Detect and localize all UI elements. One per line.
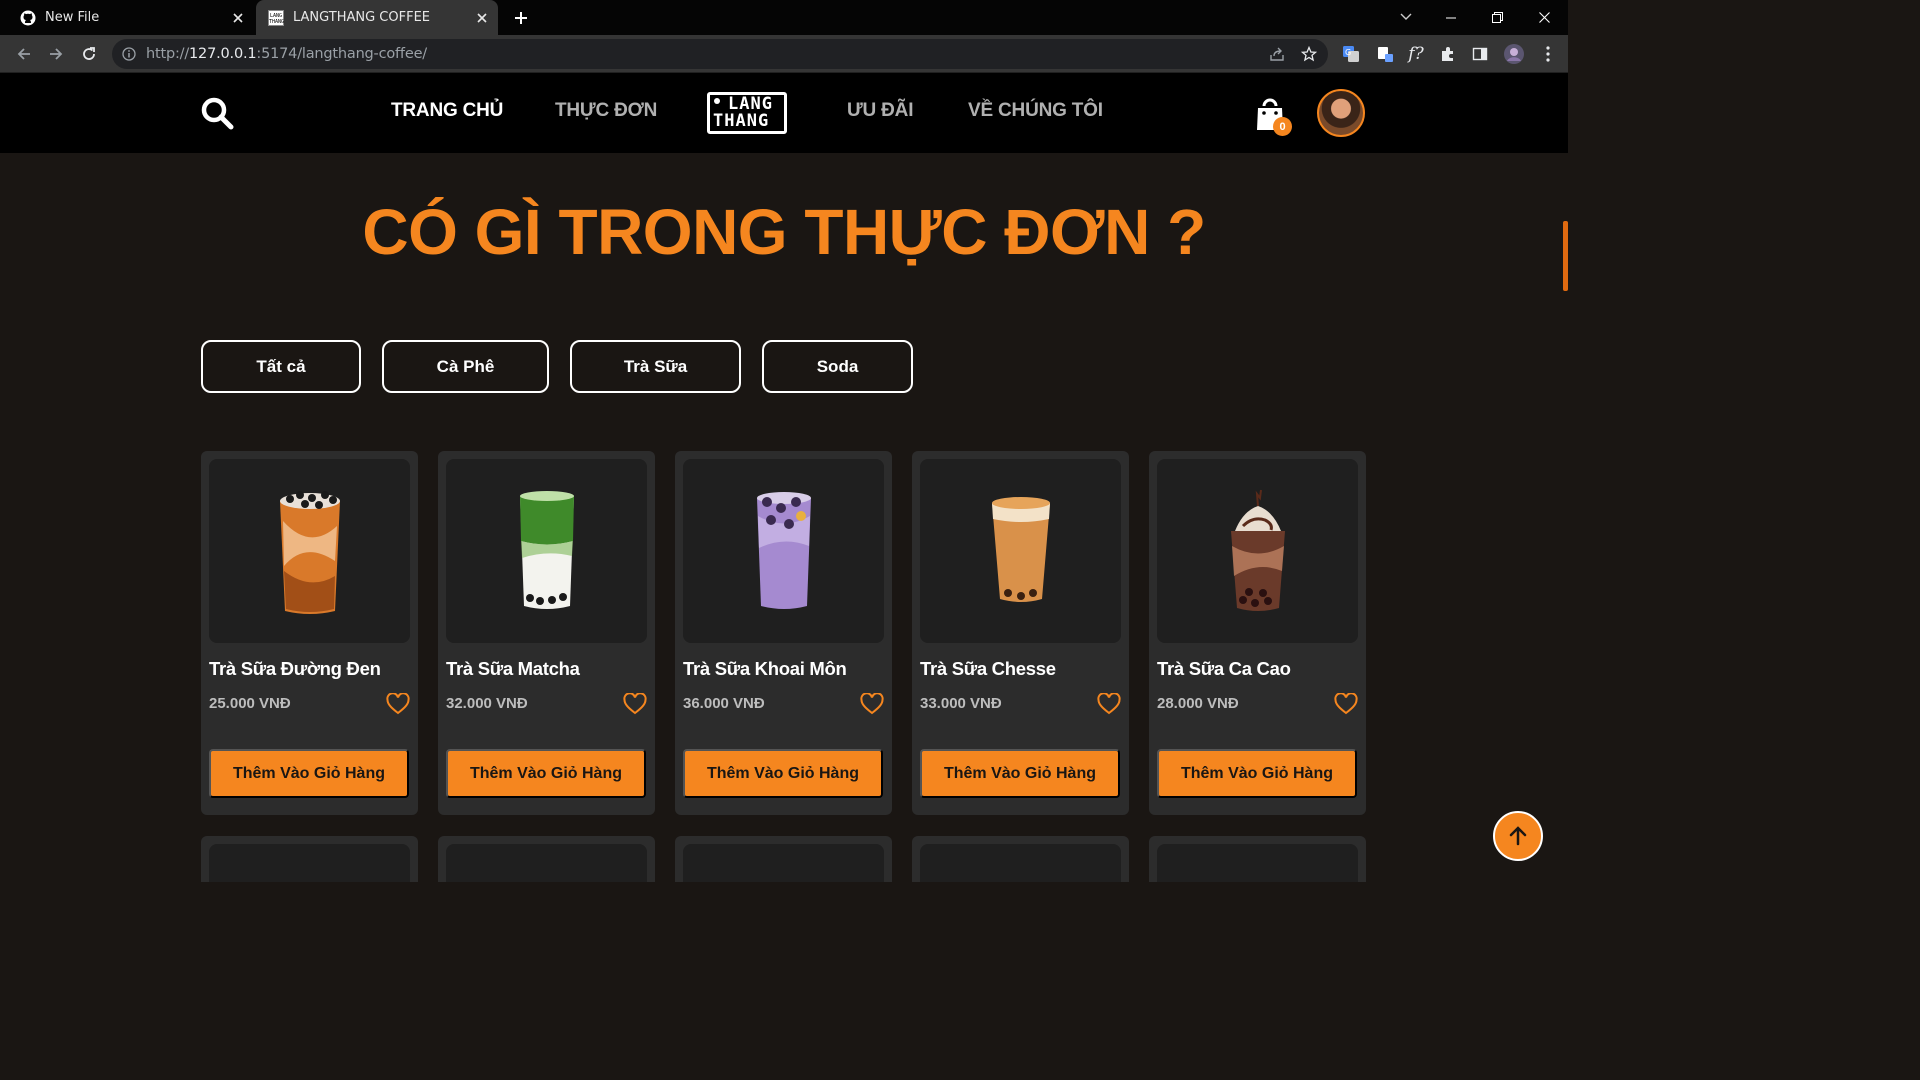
- browser-toolbar: http://127.0.0.1:5174/langthang-coffee/ …: [0, 35, 1568, 73]
- product-image: [920, 844, 1121, 882]
- close-tab-icon[interactable]: [472, 8, 492, 28]
- product-card: [1149, 836, 1366, 882]
- product-name: Trà Sữa Ca Cao: [1157, 658, 1291, 679]
- cart-count-badge: 0: [1273, 117, 1292, 136]
- window-controls: [1427, 0, 1568, 35]
- heart-icon[interactable]: [1334, 692, 1358, 715]
- product-card: [201, 836, 418, 882]
- product-image: [209, 844, 410, 882]
- product-price: 28.000 VNĐ: [1157, 695, 1239, 712]
- product-name: Trà Sữa Matcha: [446, 658, 580, 679]
- arrow-up-icon: [1509, 826, 1527, 846]
- browser-tab-bar: New File LANG THANG LANGTHANG COFFEE: [0, 0, 1568, 35]
- product-price: 33.000 VNĐ: [920, 695, 1002, 712]
- site-header: TRANG CHỦ THỰC ĐƠN LANG THANG ƯU ĐÃI VỀ …: [0, 73, 1568, 153]
- browser-menu-icon[interactable]: [1535, 41, 1561, 67]
- product-image: [683, 844, 884, 882]
- product-image-brown-sugar-milk-tea: [209, 459, 410, 643]
- product-price: 36.000 VNĐ: [683, 695, 765, 712]
- product-price: 25.000 VNĐ: [209, 695, 291, 712]
- translate-extension-icon[interactable]: G: [1338, 41, 1364, 67]
- product-card: Trà Sữa Matcha 32.000 VNĐ Thêm Vào Giỏ H…: [438, 451, 655, 815]
- product-name: Trà Sữa Khoai Môn: [683, 658, 847, 679]
- product-card: [675, 836, 892, 882]
- svg-text:THANG: THANG: [269, 19, 284, 25]
- add-to-cart-button[interactable]: Thêm Vào Giỏ Hàng: [1157, 749, 1357, 798]
- user-avatar[interactable]: [1317, 89, 1365, 137]
- product-card: [912, 836, 1129, 882]
- product-card: Trà Sữa Chesse 33.000 VNĐ Thêm Vào Giỏ H…: [912, 451, 1129, 815]
- product-card: Trà Sữa Đường Đen 25.000 VNĐ Thêm Vào Gi…: [201, 451, 418, 815]
- product-image: [446, 844, 647, 882]
- url-text: http://127.0.0.1:5174/langthang-coffee/: [146, 46, 427, 62]
- product-card: [438, 836, 655, 882]
- filter-milk-tea-button[interactable]: Trà Sữa: [570, 340, 741, 393]
- back-arrow-icon[interactable]: [10, 40, 38, 68]
- add-to-cart-button[interactable]: Thêm Vào Giỏ Hàng: [209, 749, 409, 798]
- product-image-matcha-milk-tea: [446, 459, 647, 643]
- page-viewport: TRANG CHỦ THỰC ĐƠN LANG THANG ƯU ĐÃI VỀ …: [0, 73, 1568, 882]
- puzzle-extensions-icon[interactable]: [1435, 41, 1461, 67]
- heart-icon[interactable]: [623, 692, 647, 715]
- product-image-taro-milk-tea: [683, 459, 884, 643]
- product-image-cheese-milk-tea: [920, 459, 1121, 643]
- tab-langthang-coffee[interactable]: LANG THANG LANGTHANG COFFEE: [256, 0, 498, 35]
- svg-text:G: G: [1345, 48, 1351, 57]
- filter-soda-button[interactable]: Soda: [762, 340, 913, 393]
- product-name: Trà Sữa Chesse: [920, 658, 1056, 679]
- scroll-to-top-button[interactable]: [1493, 811, 1543, 861]
- filter-coffee-button[interactable]: Cà Phê: [382, 340, 549, 393]
- heart-icon[interactable]: [386, 692, 410, 715]
- add-to-cart-button[interactable]: Thêm Vào Giỏ Hàng: [920, 749, 1120, 798]
- page-scrollbar[interactable]: [1563, 221, 1568, 291]
- product-card: Trà Sữa Ca Cao 28.000 VNĐ Thêm Vào Giỏ H…: [1149, 451, 1366, 815]
- address-bar[interactable]: http://127.0.0.1:5174/langthang-coffee/: [112, 39, 1328, 69]
- search-icon[interactable]: [199, 95, 235, 131]
- product-card: Trà Sữa Khoai Môn 36.000 VNĐ Thêm Vào Gi…: [675, 451, 892, 815]
- product-image: [1157, 844, 1358, 882]
- share-icon[interactable]: [1266, 43, 1288, 65]
- tab-title: New File: [45, 10, 100, 25]
- close-tab-icon[interactable]: [228, 8, 248, 28]
- forward-arrow-icon[interactable]: [42, 40, 70, 68]
- bookmark-star-icon[interactable]: [1298, 43, 1320, 65]
- langthang-logo[interactable]: LANG THANG: [707, 92, 787, 134]
- heart-icon[interactable]: [1097, 692, 1121, 715]
- nav-link-about[interactable]: VỀ CHÚNG TÔI: [968, 100, 1103, 122]
- tab-search-icon[interactable]: [1394, 5, 1418, 29]
- profile-avatar-icon[interactable]: [1501, 41, 1527, 67]
- formula-extension-icon[interactable]: f?: [1403, 41, 1429, 67]
- product-name: Trà Sữa Đường Đen: [209, 658, 381, 679]
- add-to-cart-button[interactable]: Thêm Vào Giỏ Hàng: [683, 749, 883, 798]
- nav-link-menu[interactable]: THỰC ĐƠN: [555, 100, 657, 122]
- extension-icon[interactable]: [1372, 41, 1398, 67]
- product-price: 32.000 VNĐ: [446, 695, 528, 712]
- filter-all-button[interactable]: Tất cả: [201, 340, 361, 393]
- new-tab-button[interactable]: [510, 7, 532, 29]
- restore-button[interactable]: [1474, 0, 1521, 35]
- add-to-cart-button[interactable]: Thêm Vào Giỏ Hàng: [446, 749, 646, 798]
- reload-icon[interactable]: [75, 40, 103, 68]
- nav-link-home[interactable]: TRANG CHỦ: [391, 100, 503, 122]
- side-panel-icon[interactable]: [1467, 41, 1493, 67]
- minimize-button[interactable]: [1427, 0, 1474, 35]
- page-title: CÓ GÌ TRONG THỰC ĐƠN ?: [362, 196, 1206, 268]
- tab-new-file[interactable]: New File: [8, 0, 254, 35]
- github-icon: [20, 10, 36, 26]
- nav-link-offers[interactable]: ƯU ĐÃI: [847, 100, 913, 122]
- close-window-button[interactable]: [1521, 0, 1568, 35]
- site-info-icon[interactable]: [112, 47, 146, 61]
- product-image-cocoa-milk-tea: [1157, 459, 1358, 643]
- heart-icon[interactable]: [860, 692, 884, 715]
- tab-title: LANGTHANG COFFEE: [293, 10, 431, 25]
- langthang-favicon: LANG THANG: [268, 9, 284, 26]
